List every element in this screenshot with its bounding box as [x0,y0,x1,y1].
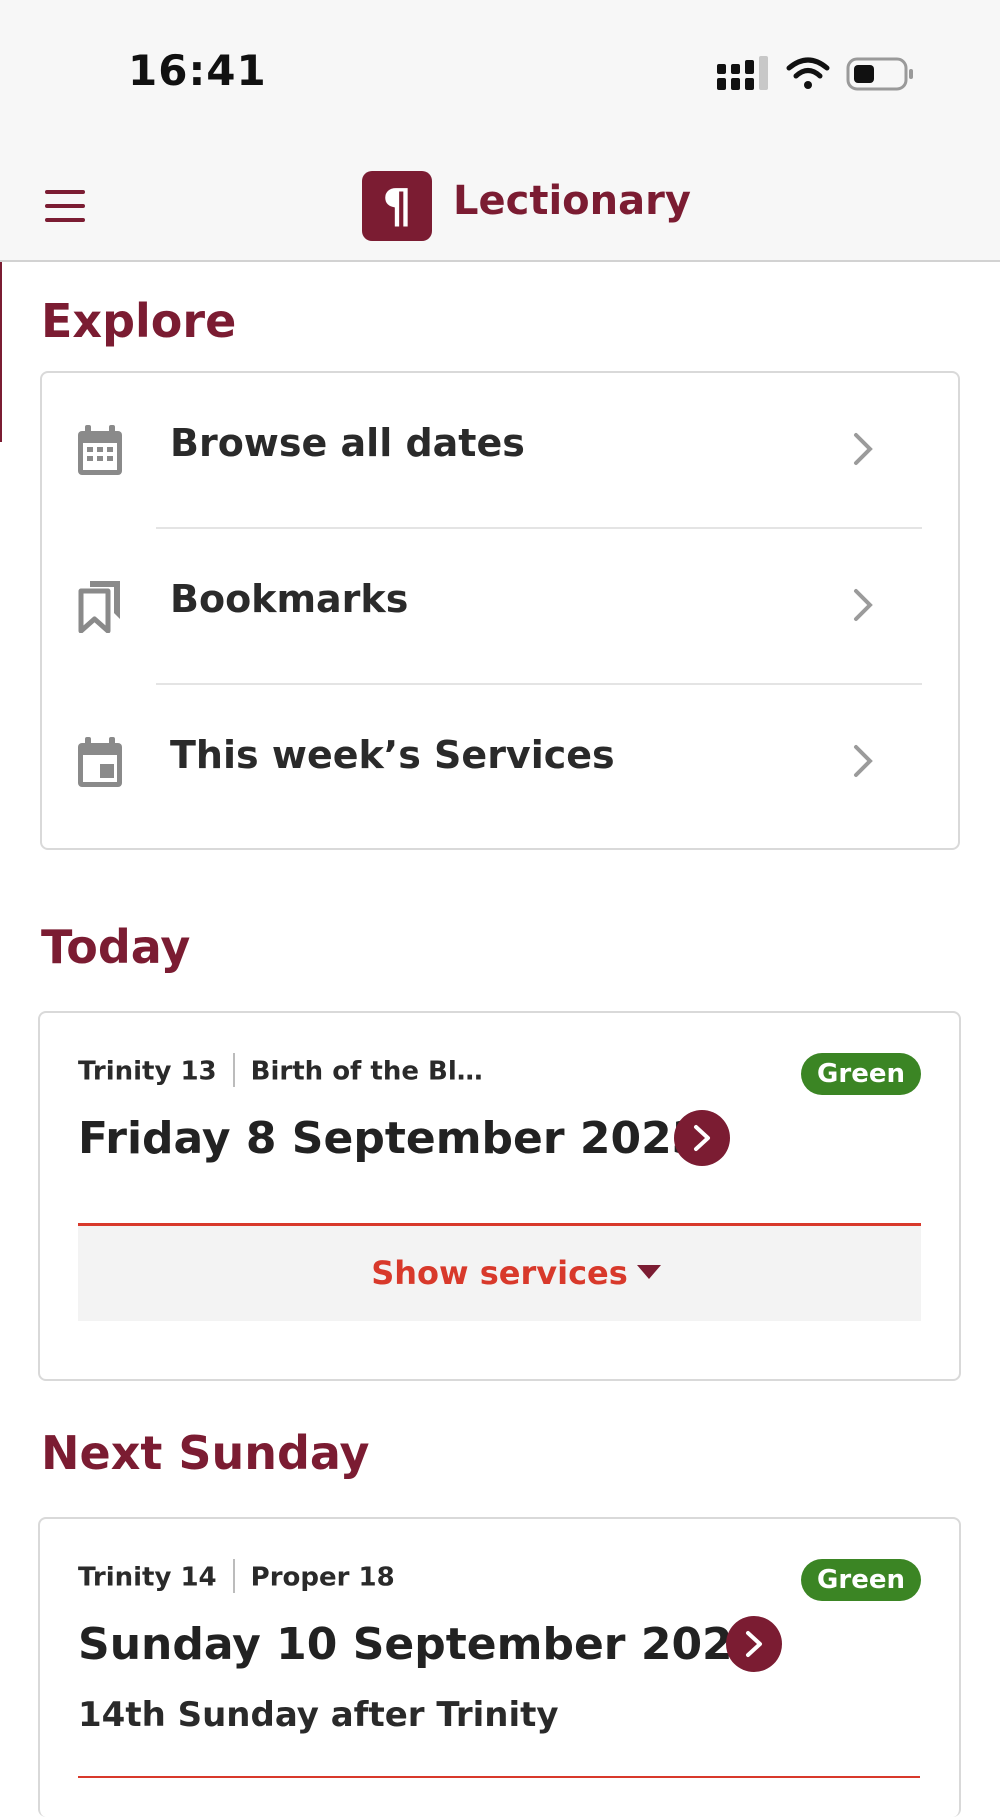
navigation-bar: ¶ Lectionary [0,150,1000,262]
bookmarks-icon [78,581,120,633]
liturgical-colour-badge: Green [801,1559,921,1601]
show-services-label: Show services [371,1254,628,1292]
battery-icon [846,57,913,91]
app-logo-icon: ¶ [362,171,432,241]
chevron-right-icon [854,745,873,777]
today-heading: Today [41,920,191,974]
calendar-week-icon [78,737,122,787]
today-card: Trinity 13 Birth of the Bl… Green Friday … [38,1011,961,1381]
calendar-grid-icon [78,425,122,475]
app-title: Lectionary [453,178,691,224]
this-weeks-services-label: This week’s Services [170,733,615,777]
browse-all-dates-row[interactable]: Browse all dates [42,373,958,527]
wifi-icon [786,57,830,89]
hamburger-menu-icon [45,190,85,194]
chevron-right-icon [854,433,873,465]
menu-button[interactable] [40,186,92,226]
today-observance: Birth of the Bl… [250,1056,483,1087]
next-sunday-subtitle: 14th Sunday after Trinity [78,1695,559,1735]
caret-down-icon [637,1265,661,1279]
next-sunday-meta: Trinity 14 Proper 18 [78,1559,395,1597]
liturgical-colour-badge: Green [801,1053,921,1095]
bookmarks-row[interactable]: Bookmarks [42,529,958,683]
cellular-signal-icon [717,56,768,90]
status-bar: 16:41 [0,0,1000,150]
status-icons [717,56,913,91]
hamburger-menu-icon-bar [45,204,85,208]
meta-divider [232,1053,235,1087]
this-weeks-services-row[interactable]: This week’s Services [42,685,958,839]
today-meta: Trinity 13 Birth of the Bl… [78,1053,483,1091]
show-services-button[interactable]: Show services [78,1223,921,1321]
next-sunday-card: Trinity 14 Proper 18 Green Sunday 10 Sept… [38,1517,961,1817]
today-season: Trinity 13 [78,1056,217,1087]
explore-card: Browse all dates Bookmarks This week’s S… [40,371,960,850]
next-sunday-date: Sunday 10 September 2023 [78,1619,764,1670]
browse-all-dates-label: Browse all dates [170,421,525,465]
bookmarks-label: Bookmarks [170,577,409,621]
meta-divider [232,1559,235,1593]
left-edge-indicator [0,262,2,442]
chevron-right-icon [694,1125,710,1151]
chevron-right-icon [746,1631,762,1657]
hamburger-menu-icon-bar [45,218,85,222]
chevron-right-icon [854,589,873,621]
next-sunday-season: Trinity 14 [78,1562,217,1593]
next-sunday-heading: Next Sunday [41,1426,370,1480]
explore-heading: Explore [41,294,237,348]
open-today-button[interactable] [674,1110,730,1166]
next-sunday-observance: Proper 18 [250,1562,395,1593]
status-time: 16:41 [128,46,267,95]
open-next-sunday-button[interactable] [726,1616,782,1672]
today-date: Friday 8 September 2023 [78,1113,703,1164]
